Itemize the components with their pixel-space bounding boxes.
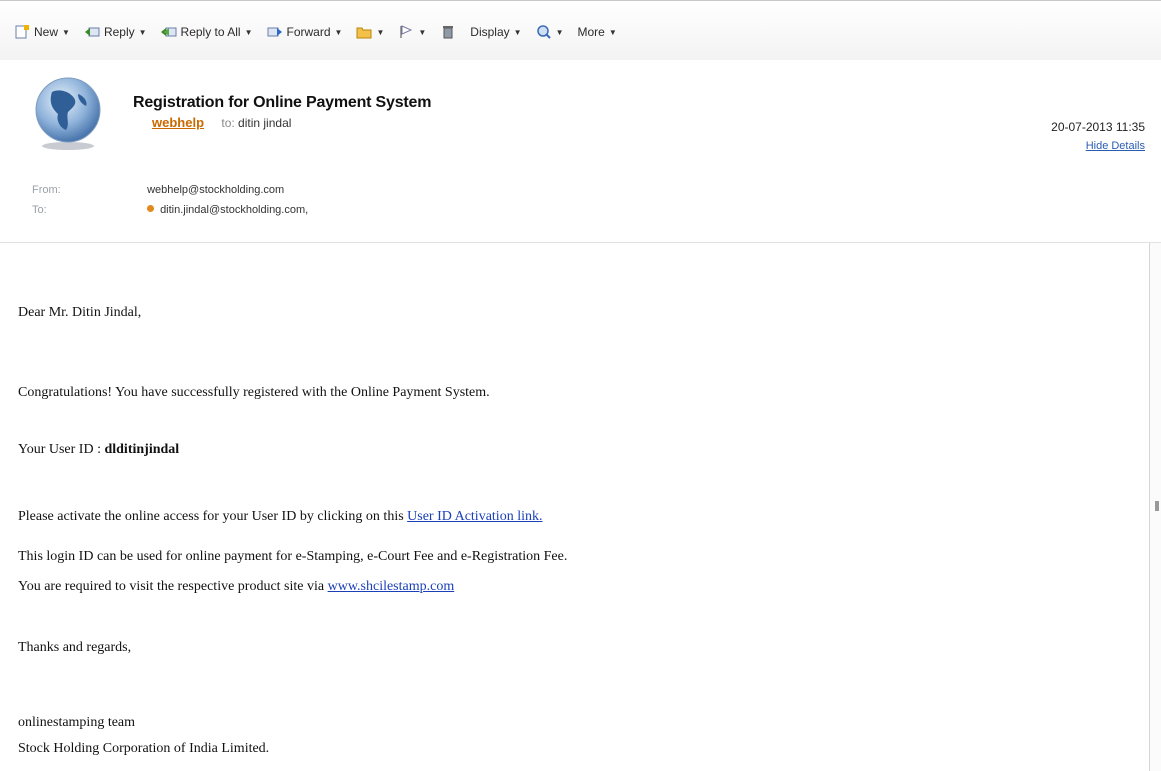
reply-label: Reply (103, 25, 135, 39)
forward-icon (267, 27, 282, 37)
new-icon (15, 25, 29, 39)
recipient-name: ditin jindal (238, 116, 292, 130)
reply-button[interactable]: Reply ▼ (84, 25, 147, 39)
reply-icon (84, 27, 100, 37)
greeting: Dear Mr. Ditin Jindal, (18, 305, 142, 320)
toolbar-row: New ▼ Reply ▼ Reply to All ▼ Forward ▼ ▼… (14, 25, 617, 39)
from-row: From: webhelp@stockholding.com (32, 184, 284, 196)
globe-avatar-icon (35, 77, 101, 150)
userid-line: Your User ID : dlditinjindal (18, 442, 179, 458)
flag-icon (400, 25, 413, 38)
forward-button[interactable]: Forward ▼ (267, 25, 343, 39)
reply-all-label: Reply to All (180, 25, 241, 39)
display-label: Display (470, 25, 510, 39)
new-label: New (34, 25, 59, 39)
visit-line: You are required to visit the respective… (18, 579, 454, 595)
from-address[interactable]: webhelp@stockholding.com (147, 184, 284, 196)
chevron-down-icon: ▼ (334, 27, 343, 37)
congrats-line: Congratulations! You have successfully r… (18, 385, 490, 400)
to-row: To: ditin.jindal@stockholding.com, (32, 204, 308, 216)
email-date: 20-07-2013 11:35 (1051, 120, 1145, 134)
message-header: Registration for Online Payment System w… (0, 60, 1161, 243)
chevron-down-icon: ▼ (608, 27, 617, 37)
more-label: More (577, 25, 605, 39)
thanks-line: Thanks and regards, (18, 640, 132, 655)
product-site-link[interactable]: www.shcilestamp.com (328, 579, 455, 594)
userid-label: Your User ID : (18, 442, 105, 457)
reply-all-button[interactable]: Reply to All ▼ (160, 25, 253, 39)
hide-details-link[interactable]: Hide Details (1086, 140, 1145, 152)
move-to-folder-button[interactable]: ▼ (356, 25, 384, 39)
to-label: to: (221, 116, 235, 130)
visit-text: You are required to visit the respective… (18, 579, 328, 594)
userid-value: dlditinjindal (104, 442, 180, 457)
folder-icon (356, 27, 372, 39)
trash-icon (443, 26, 454, 39)
chevron-down-icon: ▼ (555, 27, 564, 37)
chevron-down-icon: ▼ (418, 27, 427, 37)
more-button[interactable]: More ▼ (577, 25, 616, 39)
chevron-down-icon: ▼ (376, 27, 385, 37)
new-button[interactable]: New ▼ (14, 25, 70, 39)
flag-button[interactable]: ▼ (398, 25, 426, 39)
recipient-status-icon (147, 205, 155, 212)
toolbar: New ▼ Reply ▼ Reply to All ▼ Forward ▼ ▼… (0, 0, 1161, 60)
activate-line: Please activate the online access for yo… (18, 509, 542, 525)
scrollbar-thumb[interactable] (1155, 501, 1159, 511)
delete-button[interactable] (440, 25, 456, 39)
activation-link[interactable]: User ID Activation link. (407, 509, 542, 524)
chevron-down-icon: ▼ (62, 27, 70, 37)
email-subject: Registration for Online Payment System (133, 94, 432, 111)
sender-line: webhelp to: ditin jindal (152, 115, 291, 130)
activate-text: Please activate the online access for yo… (18, 509, 408, 524)
team-line: onlinestamping team (18, 715, 136, 730)
chevron-down-icon: ▼ (138, 27, 147, 37)
sender-name-link[interactable]: webhelp (152, 115, 204, 130)
reply-all-icon (160, 27, 177, 37)
display-button[interactable]: Display ▼ (470, 25, 521, 39)
forward-label: Forward (286, 25, 331, 39)
company-line: Stock Holding Corporation of India Limit… (18, 741, 270, 756)
vertical-scrollbar[interactable] (1149, 243, 1161, 771)
to-address[interactable]: ditin.jindal@stockholding.com, (160, 204, 308, 216)
search-button[interactable]: ▼ (536, 25, 564, 39)
from-label: From: (32, 184, 61, 196)
login-info-line: This login ID can be used for online pay… (18, 549, 568, 564)
chevron-down-icon: ▼ (244, 27, 253, 37)
to-field-label: To: (32, 204, 47, 216)
search-icon (536, 25, 551, 39)
message-body: Dear Mr. Ditin Jindal, Congratulations! … (0, 243, 1150, 771)
chevron-down-icon: ▼ (513, 27, 522, 37)
